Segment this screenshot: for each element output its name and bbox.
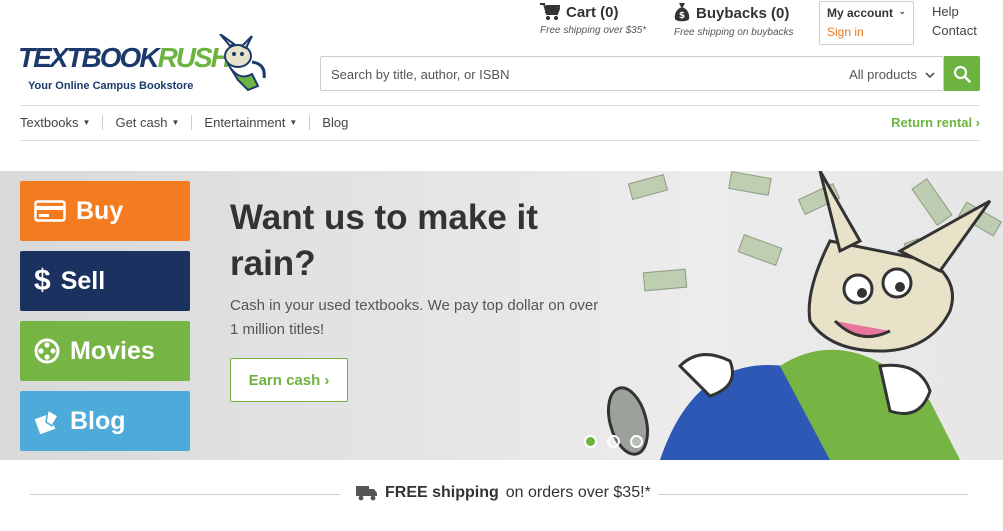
svg-text:$: $ bbox=[679, 11, 685, 21]
carousel-indicators bbox=[584, 435, 643, 448]
hero-description: Cash in your used textbooks. We pay top … bbox=[230, 297, 599, 338]
chevron-down-icon: ⌄ bbox=[898, 6, 906, 16]
category-label: Blog bbox=[70, 406, 126, 435]
hero-banner: Buy $ Sell Movies Blog Want us to make i… bbox=[0, 171, 1003, 460]
search-placeholder: Search by title, author, or ISBN bbox=[331, 67, 510, 82]
search-input[interactable]: Search by title, author, or ISBN All pro… bbox=[320, 56, 944, 91]
buybacks-link[interactable]: $ Buybacks (0) Free shipping on buybacks bbox=[674, 0, 794, 38]
shipping-banner: FREE shipping on orders over $35!* bbox=[0, 470, 1003, 520]
pencil-paper-icon bbox=[34, 408, 60, 434]
film-reel-icon bbox=[34, 338, 60, 364]
site-logo[interactable]: TEXTBOOKRUSH Your Online Campus Bookstor… bbox=[18, 34, 273, 96]
cart-link[interactable]: Cart (0) Free shipping over $35* bbox=[540, 0, 646, 36]
carousel-dot[interactable] bbox=[584, 435, 597, 448]
contact-link[interactable]: Contact bbox=[932, 21, 977, 40]
shipping-text: on orders over $35!* bbox=[505, 484, 651, 501]
carousel-dot[interactable] bbox=[607, 435, 620, 448]
header-divider bbox=[20, 105, 980, 106]
shipping-bold-text: FREE shipping bbox=[385, 484, 499, 501]
truck-icon bbox=[356, 486, 377, 501]
search-bar: Search by title, author, or ISBN All pro… bbox=[320, 56, 980, 91]
nav-item-textbooks[interactable]: Textbooks ▼ bbox=[20, 115, 104, 130]
chevron-down-icon bbox=[925, 71, 935, 78]
shipping-rule-right bbox=[658, 494, 968, 495]
credit-card-icon bbox=[34, 200, 66, 222]
category-movies-button[interactable]: Movies bbox=[20, 321, 190, 381]
nav-divider bbox=[20, 140, 980, 141]
search-scope-label: All products bbox=[849, 67, 917, 82]
category-label: Buy bbox=[76, 196, 124, 225]
search-icon bbox=[953, 65, 971, 83]
dollar-icon: $ bbox=[34, 264, 51, 297]
nav-item-get-cash[interactable]: Get cash ▼ bbox=[115, 115, 193, 130]
category-blog-button[interactable]: Blog bbox=[20, 391, 190, 451]
earn-cash-button[interactable]: Earn cash › bbox=[230, 358, 348, 402]
caret-down-icon: ▼ bbox=[171, 118, 180, 127]
carousel-dot[interactable] bbox=[630, 435, 643, 448]
help-link[interactable]: Help bbox=[932, 2, 977, 21]
cart-label: Cart (0) bbox=[566, 3, 619, 21]
logo-tagline: Your Online Campus Bookstore bbox=[28, 80, 194, 92]
return-rental-link[interactable]: Return rental › bbox=[891, 115, 980, 130]
buybacks-label: Buybacks (0) bbox=[696, 4, 790, 22]
site-header: TEXTBOOKRUSH Your Online Campus Bookstor… bbox=[0, 0, 1003, 145]
logo-wordmark: TEXTBOOKRUSH bbox=[18, 42, 231, 73]
my-account-dropdown[interactable]: My account ⌄ Sign in bbox=[819, 1, 914, 45]
main-nav: Textbooks ▼ Get cash ▼ Entertainment ▼ Blog bbox=[20, 115, 372, 130]
caret-down-icon: ▼ bbox=[82, 118, 91, 127]
hero-headline: Want us to make it rain? bbox=[230, 198, 538, 283]
nav-item-blog[interactable]: Blog bbox=[322, 115, 360, 130]
money-bag-icon: $ bbox=[674, 3, 690, 22]
search-scope-select[interactable]: All products bbox=[849, 67, 935, 82]
category-sell-button[interactable]: $ Sell bbox=[20, 251, 190, 311]
shipping-rule-left bbox=[30, 494, 340, 495]
category-label: Sell bbox=[60, 266, 106, 295]
mascot-icon bbox=[219, 34, 266, 92]
my-account-label: My account bbox=[827, 6, 894, 20]
category-label: Movies bbox=[70, 336, 155, 365]
nav-item-entertainment[interactable]: Entertainment ▼ bbox=[204, 115, 311, 130]
sign-in-link[interactable]: Sign in bbox=[827, 25, 906, 39]
cart-icon bbox=[540, 3, 560, 20]
caret-down-icon: ▼ bbox=[289, 118, 298, 127]
hero-illustration bbox=[607, 171, 1003, 460]
buybacks-shipping-note: Free shipping on buybacks bbox=[674, 27, 794, 38]
category-buy-button[interactable]: Buy bbox=[20, 181, 190, 241]
search-button[interactable] bbox=[944, 56, 980, 91]
cart-shipping-note: Free shipping over $35* bbox=[540, 25, 647, 36]
